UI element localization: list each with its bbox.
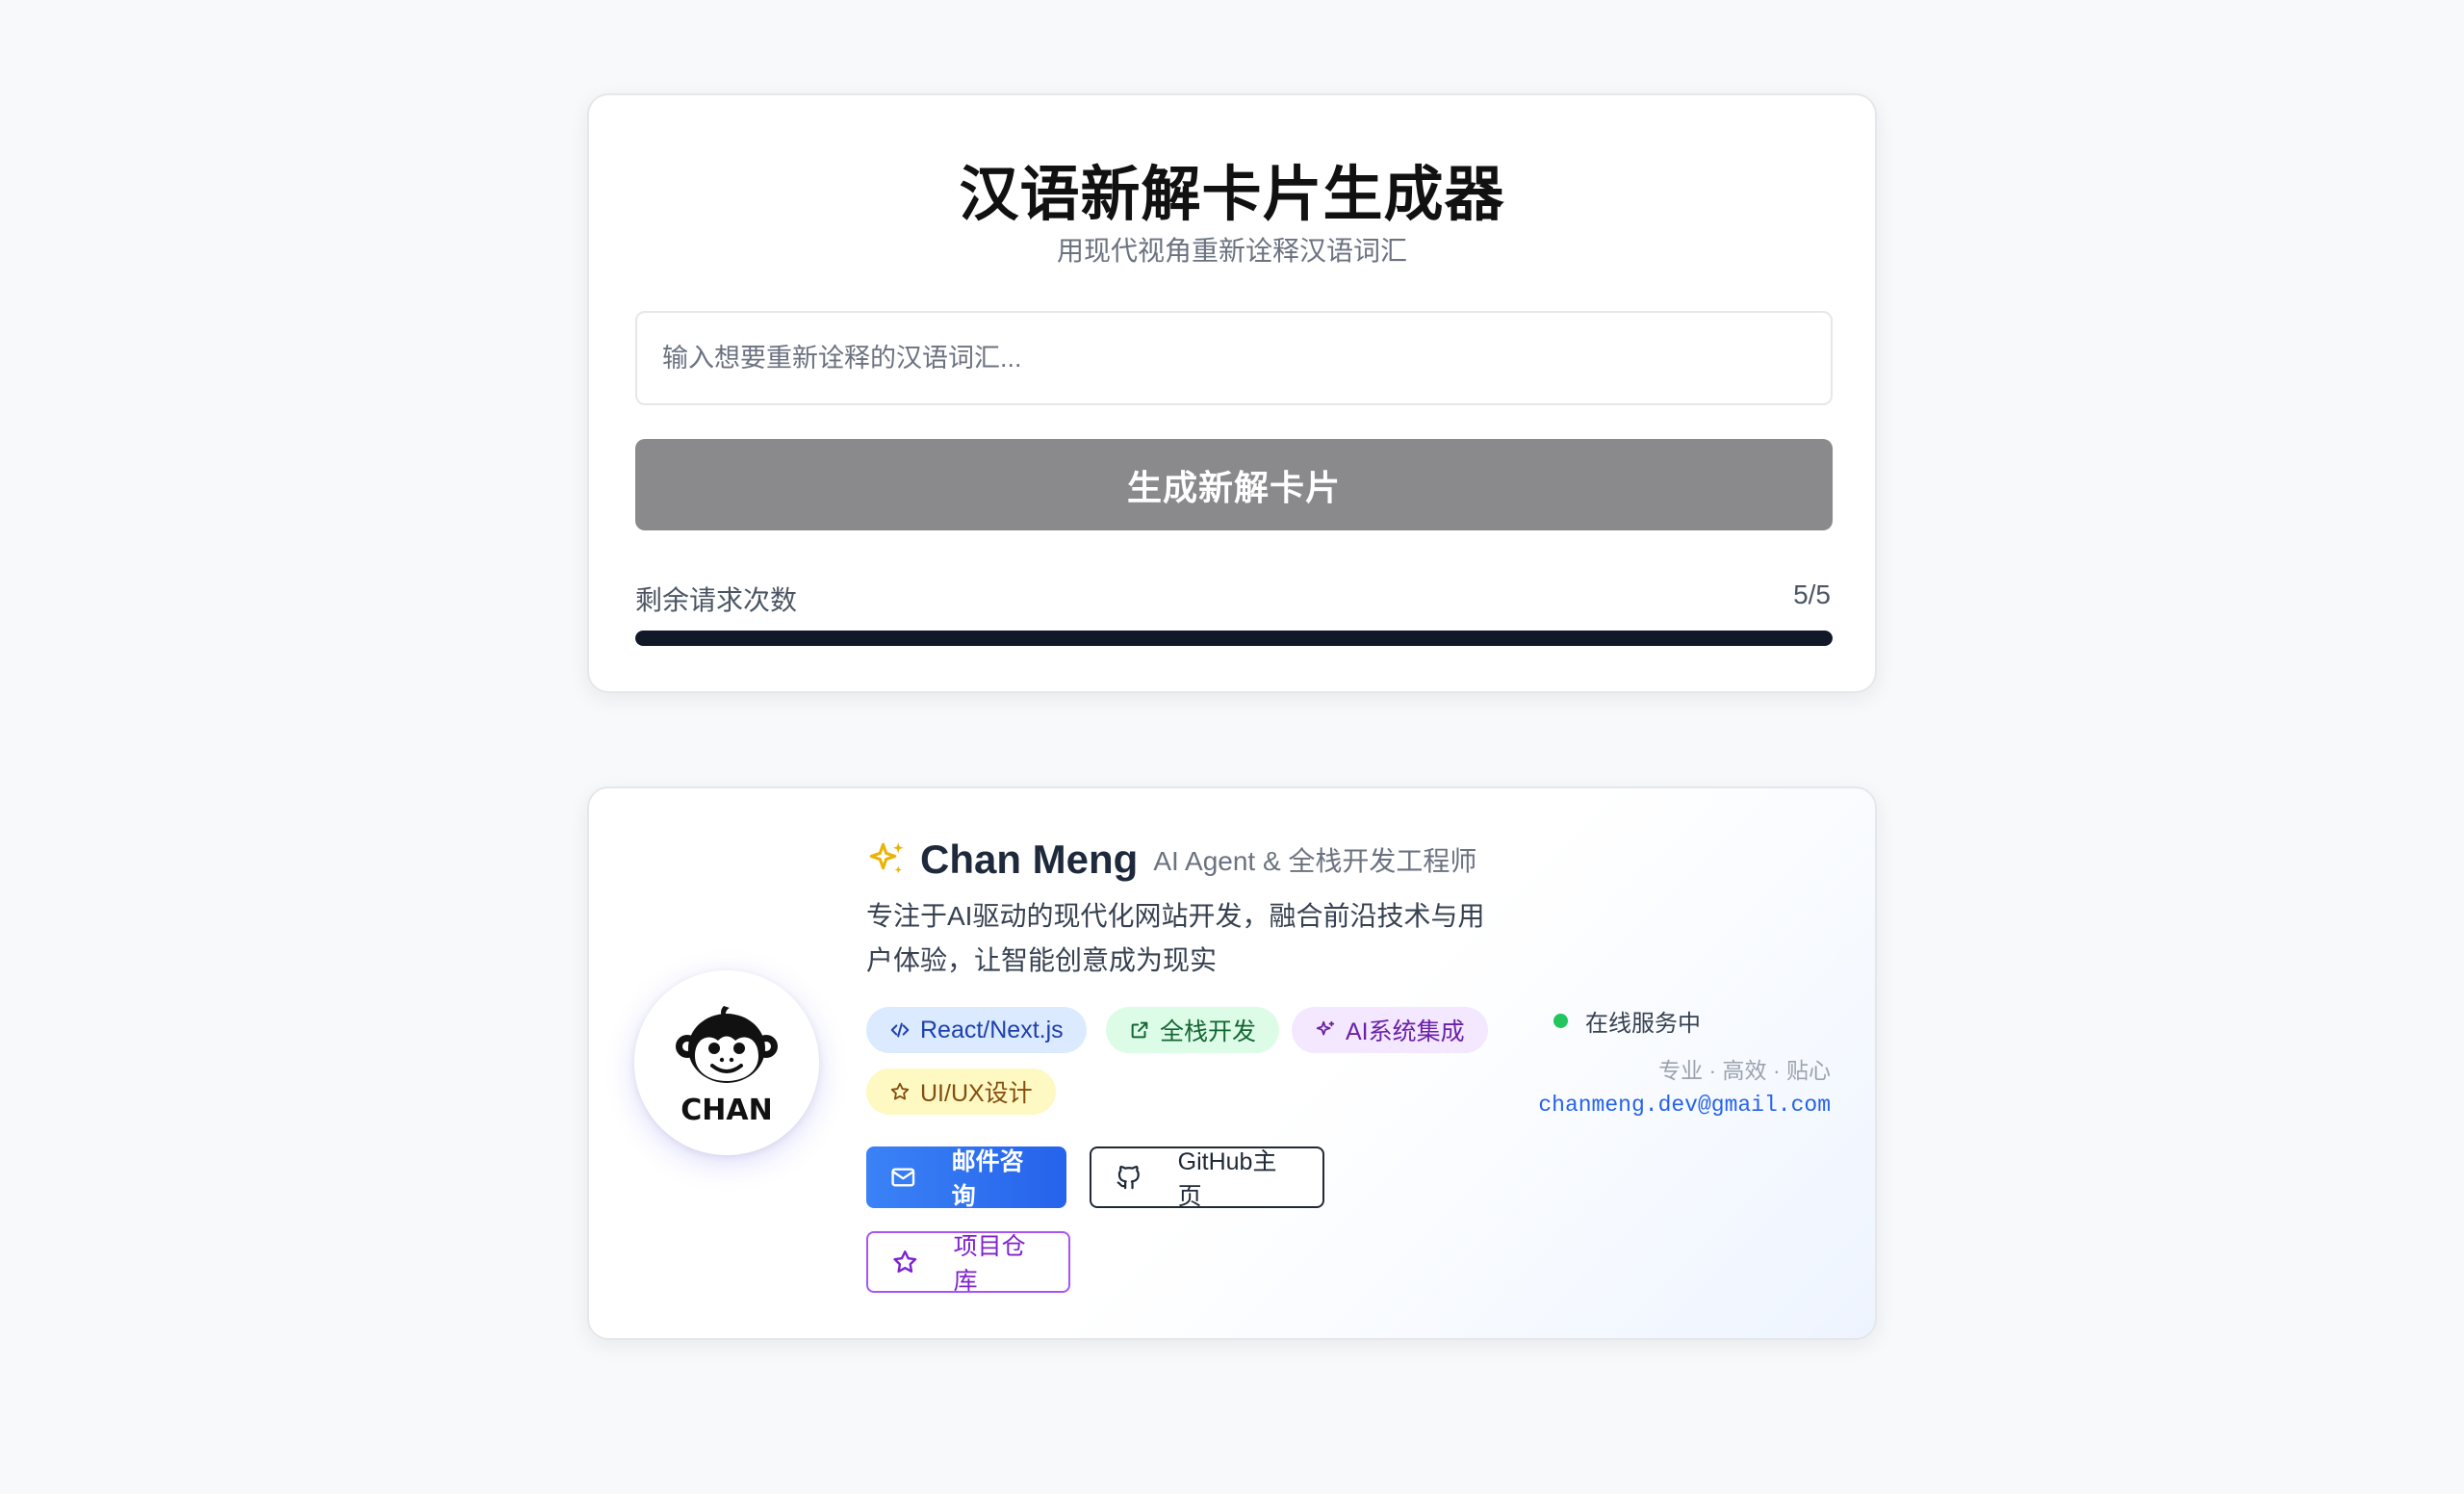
motto-text: 专业 · 高效 · 贴心 [1658,1058,1831,1083]
sparkles-icon [869,842,904,873]
email-consult-label: 邮件咨询 [951,1148,1024,1210]
star-icon [893,1250,917,1273]
profile-role: AI Agent & 全栈开发工程师 [1153,846,1477,876]
status-dot-icon [1553,1014,1568,1028]
github-icon [1116,1165,1140,1190]
tag-react-nextjs: React/Next.js [866,1007,1087,1053]
tag-uiux: UI/UX设计 [866,1069,1056,1115]
tag-fullstack: 全栈开发 [1106,1007,1280,1053]
word-input[interactable] [635,311,1833,405]
generator-card: 汉语新解卡片生成器 用现代视角重新诠释汉语词汇 生成新解卡片 剩余请求次数 5/… [587,93,1877,693]
email-consult-button[interactable]: 邮件咨询 [866,1146,1066,1210]
profile-header: Chan Meng AI Agent & 全栈开发工程师 [866,837,1476,883]
code-icon [890,1022,910,1038]
project-repo-label: 项目仓库 [953,1233,1026,1295]
avatar-text: CHAN [680,1094,772,1125]
sparkles-icon [1316,1020,1335,1036]
github-button[interactable]: GitHub主页 [1090,1146,1324,1210]
mail-icon [891,1168,915,1187]
remaining-progress-fill [635,631,1833,646]
service-status: 在线服务中 [1553,1004,1701,1038]
tag-ai-integration: AI系统集成 [1292,1007,1488,1053]
profile-card: CHAN Chan Meng AI Agent & 全栈开发工程师 专注于AI驱… [587,786,1877,1340]
email-link[interactable]: chanmeng.dev@gmail.com [1538,1093,1831,1118]
status-text: 在线服务中 [1585,1011,1701,1037]
tag-label: AI系统集成 [1346,1018,1465,1045]
page-title: 汉语新解卡片生成器 [959,162,1505,228]
tag-label: React/Next.js [920,1016,1064,1043]
avatar: CHAN [634,970,819,1155]
star-icon [890,1082,910,1100]
profile-description: 专注于AI驱动的现代化网站开发，融合前沿技术与用户体验，让智能创意成为现实 [866,901,1485,975]
external-link-icon [1131,1021,1148,1039]
generate-card-button[interactable]: 生成新解卡片 [635,439,1833,530]
tag-label: 全栈开发 [1160,1018,1257,1045]
remaining-requests-count: 5/5 [1793,580,1831,609]
page-subtitle: 用现代视角重新诠释汉语词汇 [1056,236,1407,266]
monkey-logo-icon: CHAN [676,1006,778,1125]
github-label: GitHub主页 [1177,1148,1277,1210]
profile-name: Chan Meng [920,837,1139,882]
remaining-requests-label: 剩余请求次数 [635,585,798,615]
project-repo-button[interactable]: 项目仓库 [866,1231,1070,1295]
remaining-progress-bar [635,631,1833,646]
tag-label: UI/UX设计 [920,1080,1033,1107]
